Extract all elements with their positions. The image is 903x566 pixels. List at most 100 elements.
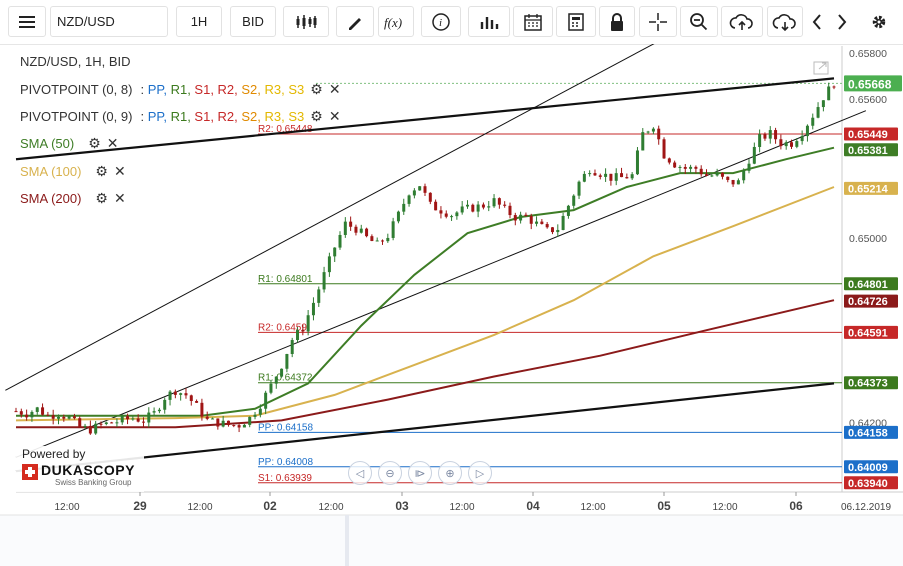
candle-body: [455, 212, 459, 217]
candle-body: [550, 227, 554, 233]
download-cloud-icon[interactable]: [767, 6, 803, 37]
menu-icon[interactable]: [8, 6, 46, 37]
candle-body: [237, 425, 241, 428]
candle-body: [317, 289, 321, 303]
lock-icon[interactable]: [599, 6, 635, 37]
candle-body: [327, 256, 331, 273]
gear-icon[interactable]: ⚙: [95, 190, 108, 207]
pivot-component: PP,: [147, 109, 171, 124]
calculator-icon[interactable]: [556, 6, 596, 37]
candle-body: [381, 240, 385, 242]
reset-view-icon[interactable]: ⧐: [408, 461, 432, 485]
price-badge-label: 0.64009: [848, 462, 888, 474]
pivot-component: S3: [288, 109, 305, 124]
sma-100-label: SMA (100): [20, 164, 82, 179]
scroll-right-icon[interactable]: ▷: [468, 461, 492, 485]
calendar-icon[interactable]: [513, 6, 553, 37]
info-icon[interactable]: i: [421, 6, 461, 37]
candle-body: [290, 340, 294, 355]
candle-body: [173, 391, 177, 395]
pivot-component: R1,: [170, 109, 195, 124]
legend-sma-50: SMA (50) ⚙ ✕: [20, 135, 118, 152]
candle-body: [731, 179, 735, 185]
powered-by-text: Powered by: [22, 447, 86, 461]
zoom-in-icon[interactable]: ⊕: [438, 461, 462, 485]
candle-body: [141, 421, 145, 423]
gear-icon[interactable]: [864, 6, 894, 37]
candle-body: [152, 411, 156, 413]
close-icon[interactable]: ✕: [114, 163, 126, 180]
close-icon[interactable]: ✕: [329, 81, 341, 98]
candle-body: [296, 329, 300, 341]
x-tick-label: 12:00: [580, 502, 605, 513]
candle-body: [216, 418, 220, 427]
period-selector[interactable]: 1H: [176, 6, 222, 37]
x-tick-label: 12:00: [449, 502, 474, 513]
gear-icon[interactable]: ⚙: [95, 163, 108, 180]
candle-body: [614, 173, 618, 181]
zoom-out-icon[interactable]: ⊖: [378, 461, 402, 485]
chevron-right-icon[interactable]: [831, 6, 853, 37]
function-icon[interactable]: f(x): [378, 6, 414, 37]
pivot-1-components: : PP, R1, S1, R2, S2, R3, S3: [140, 82, 304, 97]
side-selector[interactable]: BID: [230, 6, 276, 37]
candle-body: [529, 215, 533, 224]
close-icon[interactable]: ✕: [114, 190, 126, 207]
price-badge-label: 0.64726: [848, 296, 888, 308]
candles-icon[interactable]: [283, 6, 329, 37]
gear-icon[interactable]: ⚙: [310, 108, 323, 125]
candle-body: [582, 173, 586, 182]
candle-body: [423, 186, 427, 193]
candle-body: [253, 414, 257, 417]
candle-body: [333, 247, 337, 257]
upload-cloud-icon[interactable]: [721, 6, 763, 37]
chevron-left-icon[interactable]: [806, 6, 828, 37]
candle-body: [444, 213, 448, 217]
candle-body: [242, 424, 246, 428]
candle-body: [349, 221, 353, 227]
candle-body: [662, 139, 666, 159]
y-tick-label: 0.65800: [849, 48, 887, 60]
pivot-component: R1,: [170, 82, 195, 97]
candle-body: [476, 204, 480, 212]
legend-pivot-1: PIVOTPOINT (0, 8) : PP, R1, S1, R2, S2, …: [20, 81, 341, 98]
sma-200-label: SMA (200): [20, 191, 82, 206]
candle-body: [35, 407, 39, 412]
x-tick-label: 12:00: [187, 502, 212, 513]
draw-pen-icon[interactable]: [336, 6, 374, 37]
candle-body: [407, 195, 411, 204]
gear-icon[interactable]: ⚙: [88, 135, 101, 152]
pivot-component: S2,: [241, 109, 265, 124]
candle-body: [726, 176, 730, 180]
candle-body: [120, 416, 124, 423]
candle-body: [264, 392, 268, 409]
brand-tagline: Swiss Banking Group: [55, 478, 132, 487]
candle-body: [784, 142, 788, 147]
candle-body: [19, 411, 23, 415]
candle-body: [768, 130, 772, 139]
candle-body: [163, 399, 167, 410]
close-icon[interactable]: ✕: [329, 108, 341, 125]
candle-body: [465, 204, 469, 207]
x-tick-label: 12:00: [54, 502, 79, 513]
candle-body: [588, 173, 592, 175]
close-icon[interactable]: ✕: [107, 135, 119, 152]
crosshair-icon[interactable]: [639, 6, 677, 37]
candle-body: [657, 128, 661, 140]
candle-body: [620, 173, 624, 178]
gear-icon[interactable]: ⚙: [310, 81, 323, 98]
bar-chart-icon[interactable]: [468, 6, 510, 37]
candle-body: [705, 174, 709, 176]
candle-body: [487, 206, 491, 208]
candle-body: [774, 130, 778, 140]
candle-body: [110, 422, 114, 424]
instrument-selector[interactable]: NZD/USD: [50, 6, 168, 37]
zoom-icon[interactable]: [680, 6, 718, 37]
candle-body: [566, 205, 570, 216]
candle-body: [503, 204, 507, 206]
candle-body: [248, 416, 252, 425]
x-tick-label: 02: [263, 499, 277, 513]
scroll-left-icon[interactable]: ◁: [348, 461, 372, 485]
candle-body: [99, 423, 103, 425]
candle-body: [673, 162, 677, 168]
